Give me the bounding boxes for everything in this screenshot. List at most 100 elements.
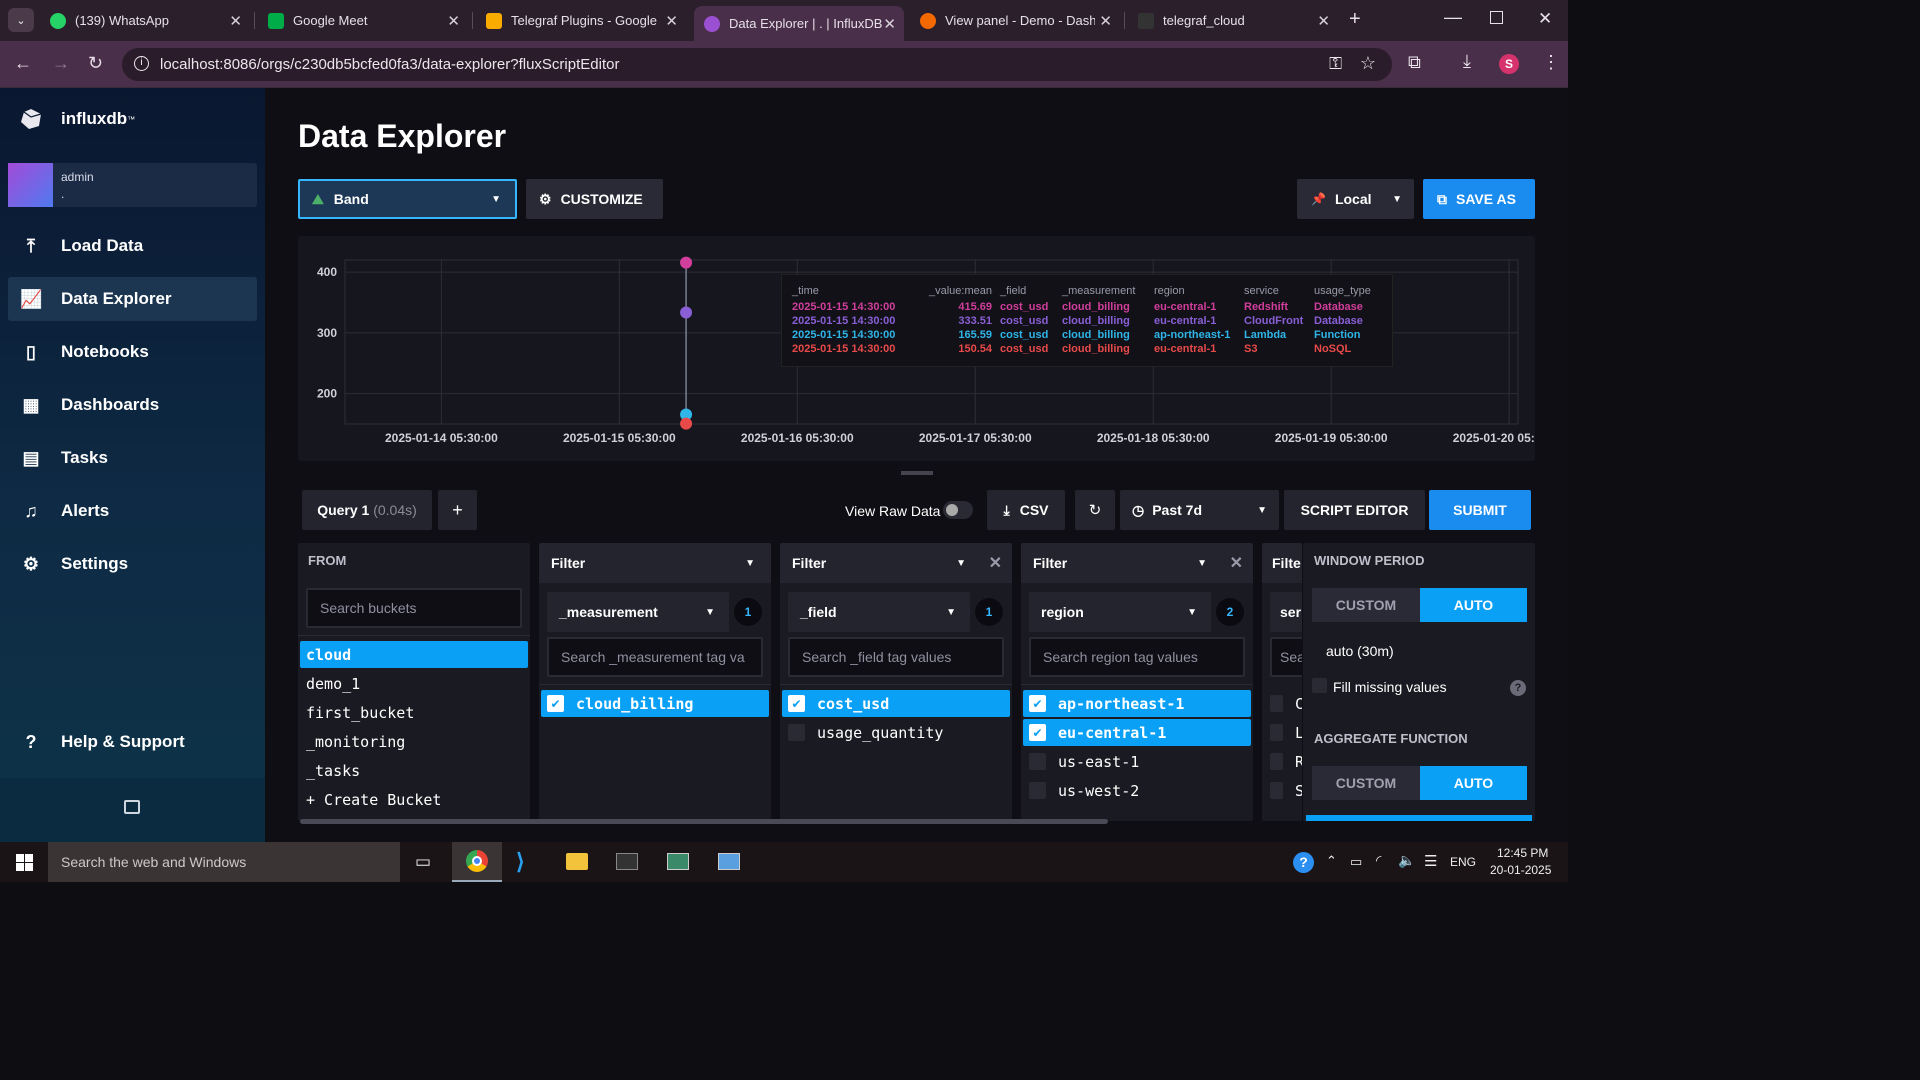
sidebar-item-notebooks[interactable]: ▯ Notebooks xyxy=(8,330,257,374)
customize-button[interactable]: ⚙ CUSTOMIZE xyxy=(526,179,663,219)
clock-time[interactable]: 12:45 PM xyxy=(1497,846,1548,860)
resize-handle[interactable] xyxy=(901,471,933,475)
close-tab-icon[interactable]: ✕ xyxy=(229,12,242,30)
timezone-dropdown[interactable]: 📌 Local ▼ xyxy=(1297,179,1414,219)
tray-chevron-up-icon[interactable]: ⌃ xyxy=(1326,853,1337,869)
browser-tab-data-explorer[interactable]: Data Explorer | . | InfluxDB ✕ xyxy=(694,6,904,41)
aggregate-auto-button[interactable]: AUTO xyxy=(1420,766,1527,800)
filter-key-dropdown[interactable]: region ▼ xyxy=(1029,592,1211,632)
photos-taskbar-icon[interactable] xyxy=(718,853,740,870)
horizontal-scrollbar[interactable] xyxy=(300,819,1108,824)
graph-panel[interactable]: 200 300 400 2025-01-14 05:30:00 2025-01-15 0… xyxy=(298,236,1535,461)
tab-query-1[interactable]: Query 1 (0.04s) xyxy=(302,490,432,530)
help-taskbar-icon[interactable]: ? xyxy=(1293,852,1314,873)
search-buckets-input[interactable]: Search buckets xyxy=(306,588,522,628)
collapse-sidebar-icon[interactable] xyxy=(124,800,140,814)
reload-icon[interactable]: ↻ xyxy=(88,53,103,74)
browser-tab-telegraf-plugins[interactable]: Telegraf Plugins - Google S ✕ xyxy=(476,6,686,35)
chrome-taskbar-icon[interactable] xyxy=(452,842,502,882)
sidebar-item-help[interactable]: ? Help & Support xyxy=(8,720,257,764)
submit-button[interactable]: SUBMIT xyxy=(1429,490,1531,530)
forward-arrow-icon[interactable]: → xyxy=(52,53,70,74)
tag-value-item[interactable]: C xyxy=(1264,690,1302,717)
close-tab-icon[interactable]: ✕ xyxy=(1099,12,1112,30)
tag-value-item[interactable]: R xyxy=(1264,748,1302,775)
user-org-switcher[interactable]: admin . xyxy=(8,163,257,207)
refresh-button[interactable]: ↻ xyxy=(1075,490,1115,530)
search-tag-values-input[interactable]: Search _field tag values xyxy=(788,637,1004,677)
viz-type-dropdown[interactable]: ⛰ Band ▼ xyxy=(298,179,517,219)
close-tab-icon[interactable]: ✕ xyxy=(665,12,678,30)
bucket-item[interactable]: demo_1 xyxy=(300,670,528,697)
csv-download-button[interactable]: ⤓ CSV xyxy=(987,490,1065,530)
bucket-item-cloud[interactable]: cloud xyxy=(300,641,528,668)
restore-window-button[interactable] xyxy=(1490,11,1503,24)
sidebar-item-load-data[interactable]: ⤒ Load Data xyxy=(8,224,257,268)
bucket-item[interactable]: first_bucket xyxy=(300,699,528,726)
back-arrow-icon[interactable]: ← xyxy=(14,53,32,74)
password-key-icon[interactable]: ⚿ xyxy=(1329,54,1342,74)
notification-icon[interactable]: ☰ xyxy=(1424,852,1437,870)
tag-value-item[interactable]: us-east-1 xyxy=(1023,748,1251,775)
close-icon[interactable]: ✕ xyxy=(1230,553,1243,573)
filter-type-dropdown[interactable]: Filte xyxy=(1262,543,1302,583)
battery-icon[interactable]: ▭ xyxy=(1350,854,1362,870)
browser-tab-whatsapp[interactable]: (139) WhatsApp ✕ xyxy=(40,6,250,35)
tag-value-item[interactable]: ✔ eu-central-1 xyxy=(1023,719,1251,746)
sidebar-item-settings[interactable]: ⚙ Settings xyxy=(8,542,257,586)
sidebar-item-dashboards[interactable]: ▦ Dashboards xyxy=(8,383,257,427)
filter-key-dropdown[interactable]: _field ▼ xyxy=(788,592,970,632)
influxdb-logo[interactable]: influxdb ™ xyxy=(20,108,135,130)
download-icon[interactable]: ⤓ xyxy=(1463,51,1471,72)
close-tab-icon[interactable]: ✕ xyxy=(883,15,896,33)
view-raw-data-toggle[interactable] xyxy=(943,501,973,519)
filter-type-dropdown[interactable]: Filter ▼ ✕ xyxy=(780,543,1012,583)
search-tag-values-input[interactable]: Sea xyxy=(1270,637,1302,677)
language-indicator[interactable]: ENG xyxy=(1450,855,1476,869)
browser-tab-google-meet[interactable]: Google Meet ✕ xyxy=(258,6,468,35)
browser-tab-telegraf-cloud[interactable]: telegraf_cloud ✕ xyxy=(1128,6,1338,35)
create-bucket-link[interactable]: + Create Bucket xyxy=(300,786,528,813)
extensions-icon[interactable]: ⧉ xyxy=(1408,52,1421,73)
close-window-button[interactable]: ✕ xyxy=(1538,9,1552,29)
app-taskbar-icon[interactable] xyxy=(667,853,689,870)
aggregate-custom-button[interactable]: CUSTOM xyxy=(1312,766,1420,800)
filter-key-dropdown[interactable]: ser xyxy=(1270,592,1302,632)
url-bar[interactable]: i localhost:8086/orgs/c230db5bcfed0fa3/d… xyxy=(122,48,1392,81)
sidebar-item-data-explorer[interactable]: 📈 Data Explorer xyxy=(8,277,257,321)
new-tab-button[interactable]: + xyxy=(1349,8,1361,31)
terminal-taskbar-icon[interactable] xyxy=(616,853,638,870)
profile-avatar[interactable]: S xyxy=(1499,54,1519,74)
tag-value-item[interactable]: ✔ cloud_billing xyxy=(541,690,769,717)
tab-search-button[interactable]: ⌄ xyxy=(8,8,34,32)
close-tab-icon[interactable]: ✕ xyxy=(447,12,460,30)
window-custom-button[interactable]: CUSTOM xyxy=(1312,588,1420,622)
vscode-taskbar-icon[interactable]: ⟩ xyxy=(516,849,525,875)
taskbar-search-box[interactable]: Search the web and Windows xyxy=(48,842,400,882)
window-auto-button[interactable]: AUTO xyxy=(1420,588,1527,622)
add-query-button[interactable]: + xyxy=(438,490,477,530)
help-icon[interactable]: ? xyxy=(1510,680,1526,696)
filter-type-dropdown[interactable]: Filter ▼ xyxy=(539,543,771,583)
tag-value-item[interactable]: usage_quantity xyxy=(782,719,1010,746)
tag-value-item[interactable]: S xyxy=(1264,777,1302,804)
minimize-window-button[interactable]: — xyxy=(1444,7,1462,28)
browser-menu-icon[interactable]: ⋮ xyxy=(1542,52,1560,73)
tag-value-item[interactable]: L xyxy=(1264,719,1302,746)
aggregate-selected-item[interactable] xyxy=(1306,815,1532,821)
tag-value-item[interactable]: ✔ ap-northeast-1 xyxy=(1023,690,1251,717)
site-info-icon[interactable]: i xyxy=(134,56,149,71)
bucket-item[interactable]: _tasks xyxy=(300,757,528,784)
tag-value-item[interactable]: ✔ cost_usd xyxy=(782,690,1010,717)
wifi-icon[interactable]: ◜ xyxy=(1376,852,1381,869)
script-editor-button[interactable]: SCRIPT EDITOR xyxy=(1284,490,1425,530)
bookmark-star-icon[interactable]: ☆ xyxy=(1360,53,1376,74)
search-tag-values-input[interactable]: Search _measurement tag va xyxy=(547,637,763,677)
close-tab-icon[interactable]: ✕ xyxy=(1317,12,1330,30)
filter-key-dropdown[interactable]: _measurement ▼ xyxy=(547,592,729,632)
time-range-dropdown[interactable]: ◷ Past 7d ▼ xyxy=(1120,490,1279,530)
close-icon[interactable]: ✕ xyxy=(989,553,1002,573)
sidebar-item-tasks[interactable]: ▤ Tasks xyxy=(8,436,257,480)
windows-start-icon[interactable] xyxy=(16,854,33,871)
sidebar-item-alerts[interactable]: ♫ Alerts xyxy=(8,489,257,533)
